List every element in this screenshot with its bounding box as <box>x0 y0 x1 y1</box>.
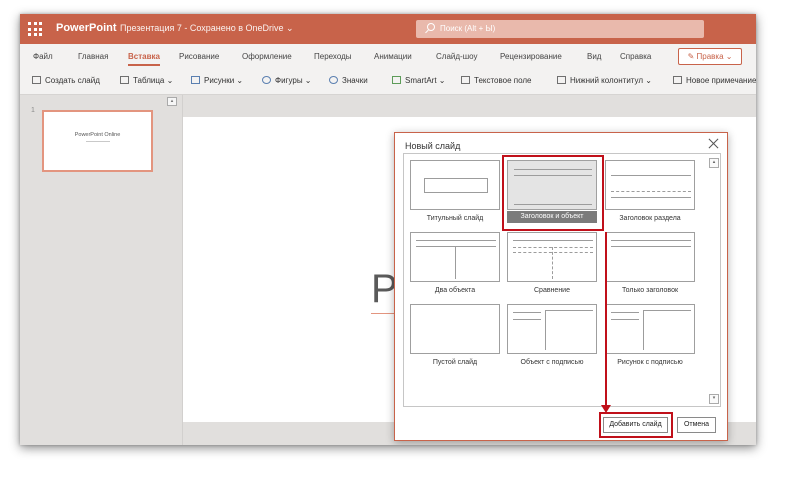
add-slide-button[interactable]: Добавить слайд <box>603 417 668 433</box>
search-icon <box>427 23 435 31</box>
search-box[interactable]: Поиск (Alt + Ы) <box>416 20 704 38</box>
new-slide-icon <box>32 76 41 84</box>
cancel-button[interactable]: Отмена <box>677 417 716 433</box>
layout-content-with-caption[interactable]: Объект с подписью <box>507 304 597 368</box>
layout-label: Сравнение <box>534 287 570 294</box>
app-launcher-icon[interactable] <box>28 22 42 36</box>
new-slide-button[interactable]: Создать слайд <box>32 76 100 85</box>
table-icon <box>120 76 129 84</box>
ribbon-tabs: Файл Главная Вставка Рисование Оформлени… <box>20 44 756 69</box>
layout-blank[interactable]: Пустой слайд <box>410 304 500 368</box>
dialog-title: Новый слайд <box>405 141 461 151</box>
slide-thumbnails-panel: ▴ 1 PowerPoint Online <box>20 95 183 445</box>
thumbnail-title: PowerPoint Online <box>74 132 121 138</box>
powerpoint-window: PowerPoint Презентация 7 - Сохранено в O… <box>20 14 756 445</box>
close-icon[interactable] <box>707 138 719 150</box>
tab-review[interactable]: Рецензирование <box>500 52 562 61</box>
comment-icon <box>673 76 682 84</box>
smartart-icon <box>392 76 401 84</box>
title-bar: PowerPoint Презентация 7 - Сохранено в O… <box>20 14 756 44</box>
layout-preview <box>605 304 695 354</box>
layout-preview <box>410 160 500 210</box>
layout-label: Пустой слайд <box>432 359 478 366</box>
footer-button[interactable]: Нижний колонтитул ⌄ <box>557 76 652 85</box>
slide-number: 1 <box>31 107 35 114</box>
pictures-button[interactable]: Рисунки ⌄ <box>191 76 243 85</box>
layout-section-header[interactable]: Заголовок раздела <box>605 160 695 224</box>
layout-label: Два объекта <box>434 287 476 294</box>
textbox-icon <box>461 76 470 84</box>
layout-label: Заголовок раздела <box>619 215 681 222</box>
layout-preview <box>605 232 695 282</box>
layout-label: Рисунок с подписью <box>617 359 683 366</box>
thumbnail-subtitle-line <box>86 141 110 142</box>
icons-button[interactable]: Значки <box>329 76 368 85</box>
tab-slideshow[interactable]: Слайд-шоу <box>436 52 477 61</box>
edit-mode-button[interactable]: ✎ Правка ⌄ <box>678 48 742 65</box>
layout-label: Только заголовок <box>621 287 679 294</box>
tab-home[interactable]: Главная <box>78 52 108 61</box>
layout-label: Титульный слайд <box>426 215 484 222</box>
tab-design[interactable]: Оформление <box>242 52 292 61</box>
selected-layout-highlight <box>502 155 604 231</box>
textbox-button[interactable]: Текстовое поле <box>461 76 532 85</box>
tab-insert[interactable]: Вставка <box>128 52 160 66</box>
layout-label: Объект с подписью <box>520 359 584 366</box>
table-button[interactable]: Таблица ⌄ <box>120 76 173 85</box>
shapes-button[interactable]: Фигуры ⌄ <box>262 76 312 85</box>
scroll-down-icon[interactable]: ▾ <box>709 394 719 404</box>
icons-icon <box>329 76 338 84</box>
layout-preview <box>507 304 597 354</box>
app-name: PowerPoint <box>56 22 117 34</box>
insert-ribbon: Создать слайд Таблица ⌄ Рисунки ⌄ Фигуры… <box>20 69 756 95</box>
scroll-up-icon[interactable]: ▴ <box>709 158 719 168</box>
tab-animations[interactable]: Анимации <box>374 52 412 61</box>
collapse-panel-icon[interactable]: ▴ <box>167 97 177 106</box>
layout-two-content[interactable]: Два объекта <box>410 232 500 296</box>
tab-view[interactable]: Вид <box>587 52 601 61</box>
layout-preview <box>605 160 695 210</box>
slide-thumbnail[interactable]: PowerPoint Online <box>42 110 153 172</box>
smartart-button[interactable]: SmartArt ⌄ <box>392 76 445 85</box>
tab-draw[interactable]: Рисование <box>179 52 219 61</box>
layout-title-only[interactable]: Только заголовок <box>605 232 695 296</box>
footer-icon <box>557 76 566 84</box>
shapes-icon <box>262 76 271 84</box>
layout-preview <box>507 232 597 282</box>
picture-icon <box>191 76 200 84</box>
tab-transitions[interactable]: Переходы <box>314 52 352 61</box>
annotation-arrow <box>605 232 607 407</box>
search-placeholder: Поиск (Alt + Ы) <box>440 24 496 33</box>
tab-help[interactable]: Справка <box>620 52 651 61</box>
document-title[interactable]: Презентация 7 - Сохранено в OneDrive ⌄ <box>120 23 294 34</box>
layout-preview <box>410 304 500 354</box>
new-comment-button[interactable]: Новое примечание <box>673 76 756 85</box>
layout-preview <box>410 232 500 282</box>
layout-comparison[interactable]: Сравнение <box>507 232 597 296</box>
layout-title-slide[interactable]: Титульный слайд <box>410 160 500 224</box>
layout-picture-with-caption[interactable]: Рисунок с подписью <box>605 304 695 368</box>
tab-file[interactable]: Файл <box>33 52 53 61</box>
